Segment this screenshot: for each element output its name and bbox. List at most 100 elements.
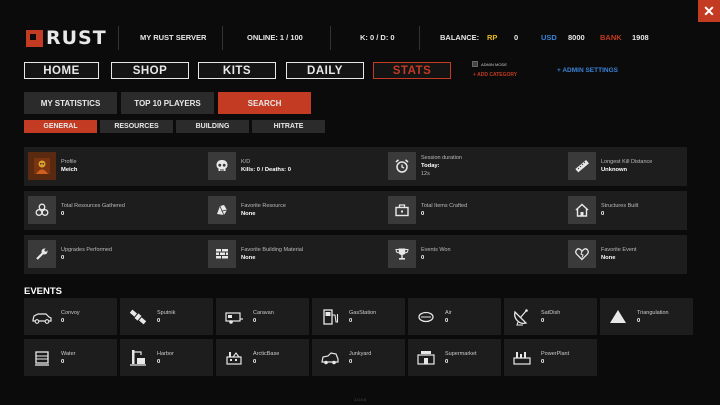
server-name: MY RUST SERVER bbox=[140, 33, 207, 42]
tab-search[interactable]: SEARCH bbox=[218, 92, 311, 114]
event-label: PowerPlant bbox=[541, 350, 570, 357]
event-value: 0 bbox=[541, 317, 545, 324]
logo: RUST bbox=[26, 27, 107, 49]
satellite-icon bbox=[125, 304, 150, 329]
event-card-arcticbase: ArcticBase 0 bbox=[216, 339, 309, 376]
stat-value: 0 bbox=[421, 211, 425, 217]
stat-value: Meich bbox=[61, 167, 78, 173]
stat-label: Longest Kill Distance bbox=[601, 159, 653, 165]
stats-row: Profile Meich K/D Kills: 0 / Deaths: 0 S… bbox=[24, 147, 687, 186]
nav-stats-button[interactable]: STATS bbox=[373, 62, 451, 79]
nav-home-button[interactable]: HOME bbox=[24, 62, 99, 79]
stat-value: 0 bbox=[421, 255, 425, 261]
stat-label: Profile bbox=[61, 159, 77, 165]
add-category-link[interactable]: + ADD CATEGORY bbox=[473, 72, 517, 78]
event-value: 0 bbox=[349, 317, 353, 324]
tab-my-statistics[interactable]: MY STATISTICS bbox=[24, 92, 117, 114]
stat-label: Favorite Event bbox=[601, 247, 637, 253]
stat-value: Unknown bbox=[601, 167, 628, 173]
nav-kits-button[interactable]: KITS bbox=[198, 62, 276, 79]
version-footer: 1.0.0.0 bbox=[354, 397, 367, 402]
air-icon bbox=[413, 304, 438, 329]
stat-value: None bbox=[241, 211, 256, 217]
admin-settings-link[interactable]: + ADMIN SETTINGS bbox=[557, 67, 618, 74]
harbor-icon bbox=[125, 345, 150, 370]
stat-favorite-resource: Favorite Resource None bbox=[208, 195, 286, 225]
event-label: Triangulation bbox=[637, 309, 669, 316]
stat-events-won: Events Won 0 bbox=[388, 239, 451, 269]
event-value: 0 bbox=[637, 317, 641, 324]
stat-value: Kills: 0 / Deaths: 0 bbox=[241, 167, 291, 173]
resources-icon bbox=[28, 196, 56, 224]
event-card-powerplant: PowerPlant 0 bbox=[504, 339, 597, 376]
event-value: 0 bbox=[157, 317, 161, 324]
nav-daily-button[interactable]: DAILY bbox=[286, 62, 364, 79]
close-icon: ✕ bbox=[703, 2, 715, 19]
tab-top-10-players[interactable]: TOP 10 PLAYERS bbox=[121, 92, 214, 114]
stat-kd: K/D Kills: 0 / Deaths: 0 bbox=[208, 151, 291, 181]
nav-shop-button[interactable]: SHOP bbox=[111, 62, 189, 79]
event-label: Harbor bbox=[157, 350, 174, 357]
event-card-satdish: SatDish 0 bbox=[504, 298, 597, 335]
skull-icon bbox=[208, 152, 236, 180]
event-card-caravan: Caravan 0 bbox=[216, 298, 309, 335]
stat-upgrades: Upgrades Performed 0 bbox=[28, 239, 112, 269]
gas-station-icon bbox=[317, 304, 342, 329]
stat-structures-built: Structures Built 0 bbox=[568, 195, 638, 225]
bank-value: 1908 bbox=[632, 33, 649, 42]
event-card-harbor: Harbor 0 bbox=[120, 339, 213, 376]
event-label: Junkyard bbox=[349, 350, 372, 357]
event-value: 0 bbox=[61, 317, 65, 324]
supermarket-icon bbox=[413, 345, 438, 370]
stat-label: Favorite Resource bbox=[241, 203, 286, 209]
logo-text: RUST bbox=[46, 27, 107, 49]
arctic-base-icon bbox=[221, 345, 246, 370]
stat-value: None bbox=[241, 255, 256, 261]
event-card-sputnik: Sputnik 0 bbox=[120, 298, 213, 335]
admin-mode-label: ADMIN MODE bbox=[481, 61, 507, 67]
event-value: 0 bbox=[61, 358, 65, 365]
stat-label: Upgrades Performed bbox=[61, 247, 113, 253]
stat-label: Structures Built bbox=[601, 203, 639, 209]
stat-label: K/D bbox=[241, 159, 251, 165]
stat-value: 0 bbox=[61, 255, 65, 261]
rp-value: 0 bbox=[514, 33, 519, 42]
event-label: Water bbox=[61, 350, 76, 357]
tab-hitrate[interactable]: HITRATE bbox=[252, 120, 325, 133]
close-button[interactable]: ✕ bbox=[698, 0, 720, 22]
ruler-icon bbox=[568, 152, 596, 180]
ore-icon bbox=[208, 196, 236, 224]
event-value: 0 bbox=[253, 317, 257, 324]
event-card-gasstation: GasStation 0 bbox=[312, 298, 405, 335]
divider bbox=[222, 26, 223, 50]
toolbox-icon bbox=[388, 196, 416, 224]
rp-label: RP bbox=[487, 33, 498, 42]
wrench-icon bbox=[28, 240, 56, 268]
bank-label: BANK bbox=[600, 33, 622, 42]
balance-label: BALANCE: bbox=[440, 33, 480, 42]
event-label: Caravan bbox=[253, 309, 274, 316]
event-label: Supermarket bbox=[445, 350, 477, 357]
tab-building[interactable]: BUILDING bbox=[176, 120, 249, 133]
event-label: SatDish bbox=[541, 309, 561, 316]
stat-value: None bbox=[601, 255, 616, 261]
event-value: 0 bbox=[541, 358, 545, 365]
stat-value-secondary: 12s bbox=[421, 171, 430, 177]
stat-label: Total Resources Gathered bbox=[61, 203, 125, 209]
online-count: ONLINE: 1 / 100 bbox=[247, 33, 303, 42]
event-label: Air bbox=[445, 309, 452, 316]
admin-mode-checkbox[interactable] bbox=[472, 61, 478, 67]
event-label: Sputnik bbox=[157, 309, 176, 316]
stat-profile: Profile Meich bbox=[28, 151, 77, 181]
tab-resources[interactable]: RESOURCES bbox=[100, 120, 173, 133]
heart-icon bbox=[568, 240, 596, 268]
stat-session-duration: Session duration Today: 12s bbox=[388, 151, 462, 181]
event-card-convoy: Convoy 0 bbox=[24, 298, 117, 335]
event-value: 0 bbox=[157, 358, 161, 365]
admin-mode-toggle[interactable]: ADMIN MODE bbox=[472, 61, 507, 67]
usd-label: USD bbox=[541, 33, 557, 42]
satellite-dish-icon bbox=[509, 304, 534, 329]
stats-row: Total Resources Gathered 0 Favorite Reso… bbox=[24, 191, 687, 230]
alarm-clock-icon bbox=[388, 152, 416, 180]
tab-general[interactable]: GENERAL bbox=[24, 120, 97, 133]
